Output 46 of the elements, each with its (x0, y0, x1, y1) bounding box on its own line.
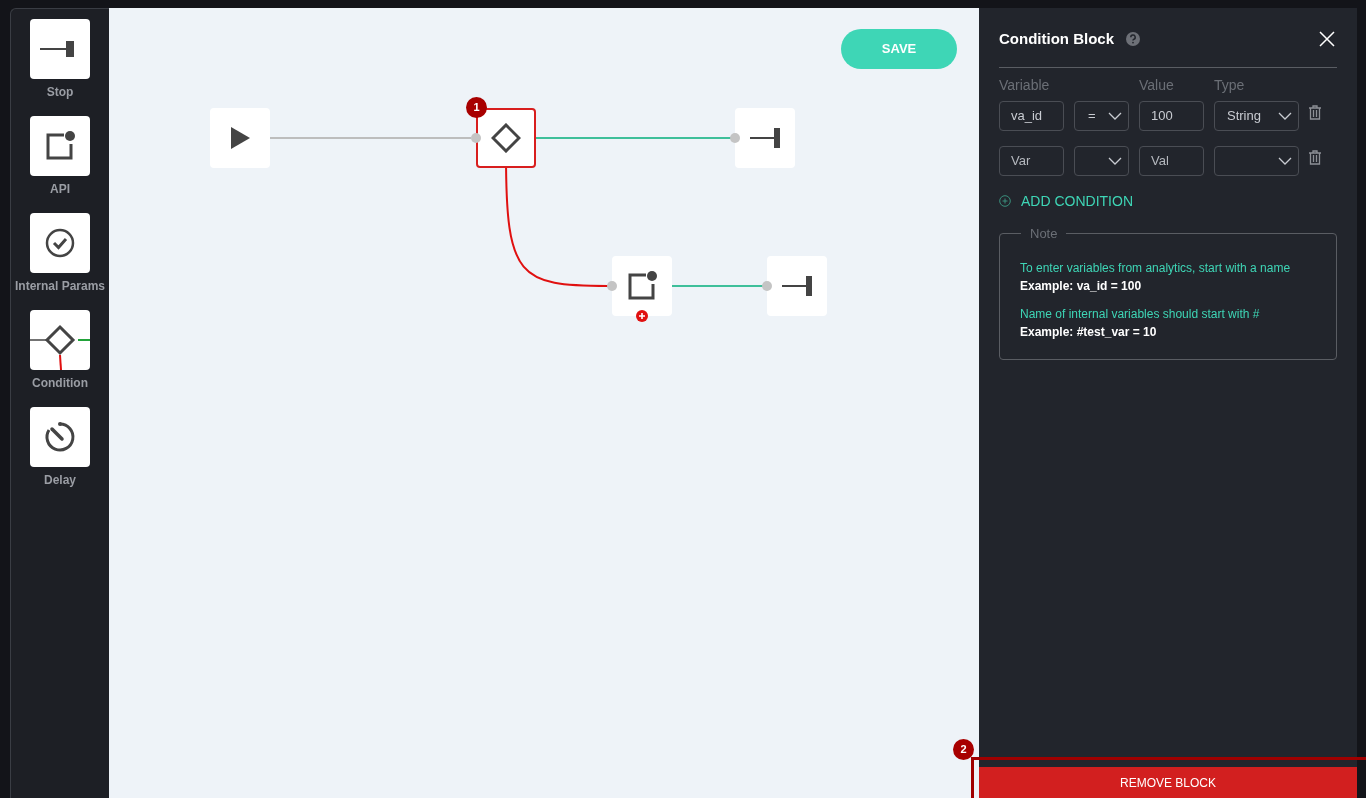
type-dropdown[interactable]: String (1214, 100, 1299, 131)
column-header: Value (1139, 75, 1175, 95)
value-field[interactable]: Val (1139, 145, 1204, 176)
timer-icon (43, 420, 77, 454)
operator-dropdown[interactable]: = (1074, 100, 1129, 131)
hint-text: Name of internal variables should start with # (1020, 306, 1261, 323)
column-header: Variable (999, 75, 1051, 95)
example-text: Example: va_id = 100 (1020, 278, 1143, 295)
palette-label: Stop (46, 84, 74, 101)
diamond-icon (491, 123, 521, 153)
remove-block-button[interactable]: REMOVE BLOCK (979, 767, 1357, 798)
add-condition-button[interactable]: ADD CONDITION (999, 190, 1133, 212)
palette-label: Condition (32, 375, 88, 392)
add-plus-icon[interactable] (636, 310, 648, 322)
play-icon (229, 126, 251, 150)
annotation-badge: 1 (466, 97, 487, 118)
trash-icon[interactable] (1309, 150, 1321, 165)
variable-field[interactable]: va_id (999, 100, 1064, 131)
palette-label: Delay (44, 472, 76, 489)
panel-title: Condition Block (999, 29, 1114, 49)
example-text: Example: #test_var = 10 (1020, 324, 1158, 341)
value-field[interactable]: 100 (1139, 100, 1204, 131)
note-legend: Note (1021, 223, 1067, 243)
chevron-down-icon (1108, 156, 1122, 165)
check-circle-icon (44, 227, 76, 259)
palette-block[interactable] (30, 19, 90, 79)
palette-block[interactable] (30, 310, 90, 370)
palette-label: API (50, 181, 70, 198)
trash-icon[interactable] (1309, 105, 1321, 120)
square-dot-icon (626, 270, 658, 302)
stop-end-icon (782, 275, 812, 297)
stop-end-icon (750, 127, 780, 149)
chevron-down-icon (1278, 111, 1292, 120)
chevron-down-icon (1278, 156, 1292, 165)
close-icon[interactable] (1319, 31, 1335, 48)
chevron-down-icon (1108, 111, 1122, 120)
palette-label: Internal Params (14, 278, 105, 295)
square-dot-icon (44, 130, 76, 162)
column-header: Type (1214, 75, 1245, 95)
palette-block[interactable] (30, 213, 90, 273)
variable-field[interactable]: Var (999, 145, 1064, 176)
hint-text: To enter variables from analytics, start with a name (1020, 260, 1292, 277)
palette-block[interactable] (30, 116, 90, 176)
palette-block[interactable] (30, 407, 90, 467)
help-icon[interactable] (1126, 32, 1140, 47)
plus-circle-icon (999, 195, 1011, 207)
